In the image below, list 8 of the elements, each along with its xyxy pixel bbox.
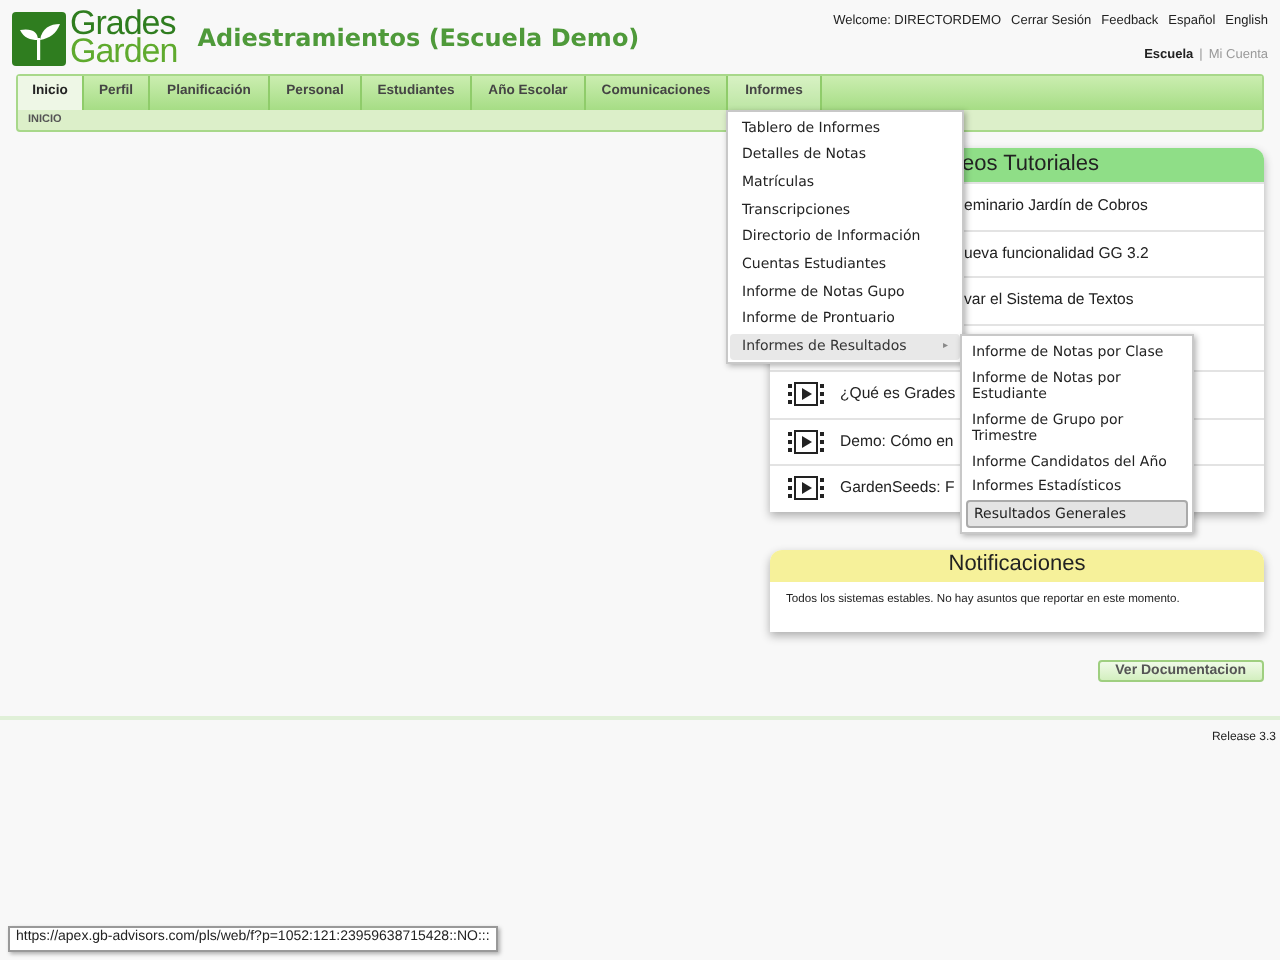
brand-name: Grades Garden	[70, 10, 178, 66]
panel-title: Notificaciones	[948, 550, 1086, 581]
video-icon	[788, 382, 824, 407]
video-icon	[788, 476, 824, 501]
sprout-logo-icon	[12, 11, 66, 65]
page-title: Adiestramientos (Escuela Demo)	[197, 22, 640, 56]
video-icon	[788, 429, 824, 454]
panel-title: eos Tutoriales	[962, 150, 1099, 181]
